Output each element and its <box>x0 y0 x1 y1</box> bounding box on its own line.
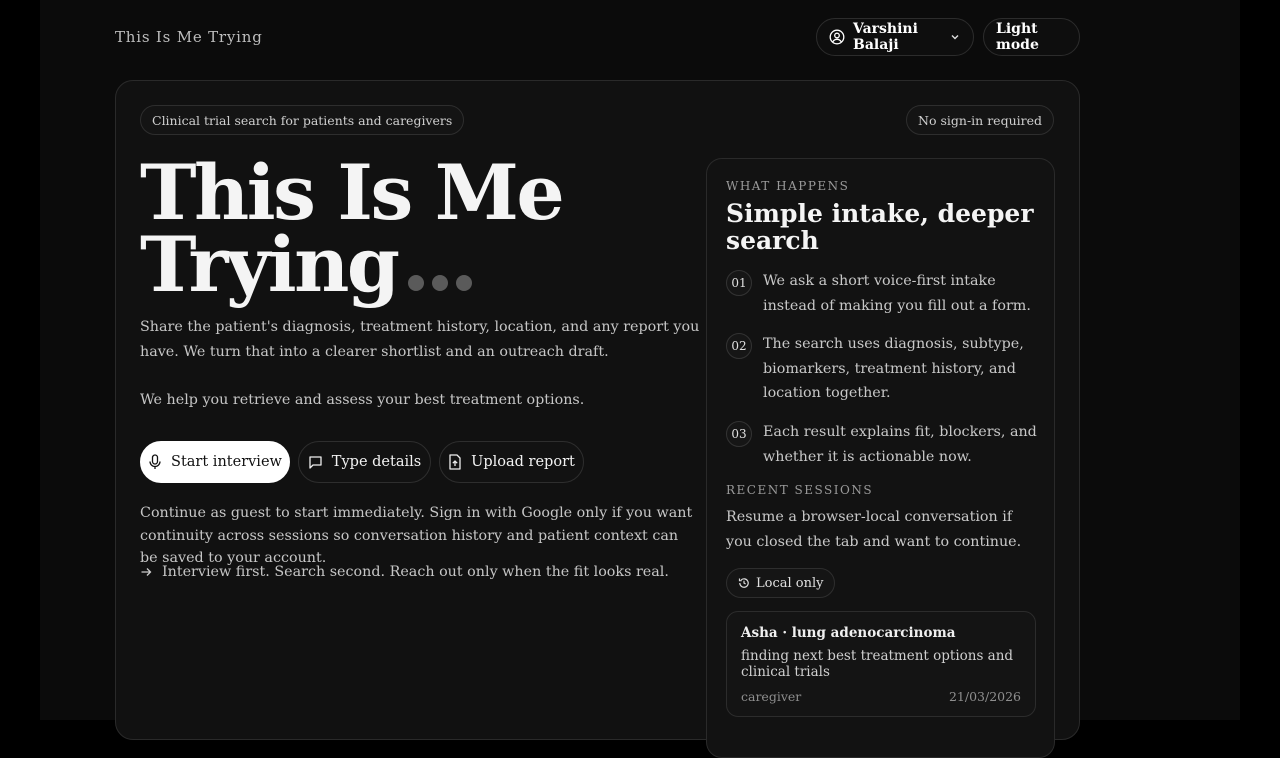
local-only-badge: Local only <box>726 568 836 598</box>
type-details-label: Type details <box>331 454 422 470</box>
chevron-down-icon <box>949 31 961 43</box>
step-item: 02 The search uses diagnosis, subtype, b… <box>726 333 1046 406</box>
history-icon <box>738 577 750 589</box>
step-number: 02 <box>726 333 752 359</box>
upload-report-label: Upload report <box>471 454 575 470</box>
start-interview-label: Start interview <box>171 454 282 470</box>
session-description: finding next best treatment options and … <box>741 648 1014 680</box>
motto-text: Interview first. Search second. Reach ou… <box>162 564 669 580</box>
panel-title: Simple intake, deeper search <box>726 199 1034 255</box>
step-text: The search uses diagnosis, subtype, biom… <box>763 336 1024 401</box>
user-menu-button[interactable]: Varshini Balaji <box>816 18 974 56</box>
user-circle-icon <box>829 29 845 45</box>
local-only-label: Local only <box>756 575 824 591</box>
start-interview-button[interactable]: Start interview <box>140 441 290 483</box>
no-signin-tag: No sign-in required <box>906 105 1054 135</box>
hero-card: Clinical trial search for patients and c… <box>115 80 1080 758</box>
microphone-icon <box>148 454 162 470</box>
light-mode-toggle[interactable]: Light mode <box>983 18 1080 56</box>
step-item: 01 We ask a short voice-first intake ins… <box>726 270 1046 318</box>
step-item: 03 Each result explains fit, blockers, a… <box>726 421 1046 469</box>
session-title: Asha · lung adenocarcinoma <box>741 625 956 641</box>
motto-line: Interview first. Search second. Reach ou… <box>140 564 669 580</box>
hero-title-line2-wrap: Trying <box>140 227 700 303</box>
file-upload-icon <box>448 454 462 470</box>
hero-title-line2: Trying <box>140 220 400 309</box>
step-number: 01 <box>726 270 752 296</box>
session-date: 21/03/2026 <box>948 689 1021 704</box>
what-happens-panel: WHAT HAPPENS Simple intake, deeper searc… <box>706 158 1055 758</box>
type-details-button[interactable]: Type details <box>298 441 431 483</box>
audience-tag: Clinical trial search for patients and c… <box>140 105 465 135</box>
message-icon <box>308 455 323 470</box>
hero-description: Share the patient's diagnosis, treatment… <box>140 319 700 360</box>
hero-subdescription: We help you retrieve and assess your bes… <box>140 392 585 408</box>
hero-title-line1: This Is Me <box>140 148 565 237</box>
step-text: Each result explains fit, blockers, and … <box>763 424 1037 465</box>
session-role: caregiver <box>741 689 802 704</box>
typing-dots-indicator <box>407 275 472 291</box>
user-name: Varshini Balaji <box>853 21 918 53</box>
step-number: 03 <box>726 421 752 447</box>
hero-title: This Is Me Trying <box>140 148 700 303</box>
guest-note: Continue as guest to start immediately. … <box>140 505 693 566</box>
step-text: We ask a short voice-first intake instea… <box>763 273 1031 314</box>
recent-sessions-eyebrow: RECENT SESSIONS <box>726 483 874 497</box>
brand-logo-text[interactable]: This Is Me Trying <box>115 28 263 46</box>
recent-session-card[interactable]: Asha · lung adenocarcinoma finding next … <box>726 611 1036 717</box>
what-happens-eyebrow: WHAT HAPPENS <box>726 179 850 193</box>
recent-sessions-description: Resume a browser-local conversation if y… <box>726 509 1022 550</box>
upload-report-button[interactable]: Upload report <box>439 441 584 483</box>
arrow-right-icon <box>140 566 152 578</box>
